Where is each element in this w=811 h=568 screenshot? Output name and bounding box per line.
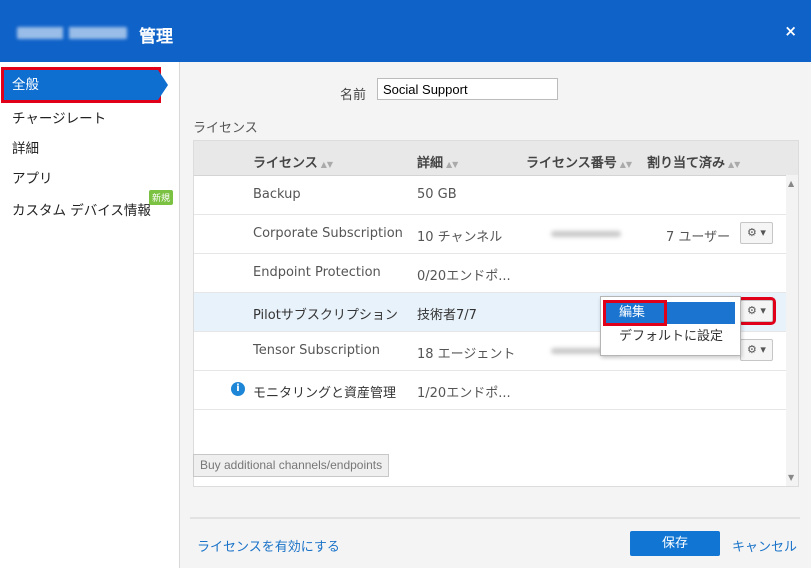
- column-license-number[interactable]: ライセンス番号 ▲▼: [526, 152, 632, 171]
- license-section-title: ライセンス: [193, 121, 258, 136]
- name-input[interactable]: [377, 78, 558, 100]
- blurred-title-prefix: [17, 27, 127, 39]
- sidebar-item-charge-rate[interactable]: チャージレート: [12, 107, 106, 127]
- column-detail[interactable]: 詳細 ▲▼: [417, 152, 458, 171]
- title-bar: 管理 ×: [0, 0, 811, 62]
- context-menu: 編集 デフォルトに設定: [600, 296, 741, 356]
- license-detail: 0/20エンドポ...: [417, 269, 511, 284]
- new-badge: 新規: [149, 190, 174, 205]
- redacted-license-number: [551, 231, 621, 237]
- table-row[interactable]: i モニタリングと資産管理 1/20エンドポ...: [194, 371, 786, 410]
- name-label: 名前: [340, 88, 367, 103]
- column-license[interactable]: ライセンス ▲▼: [253, 152, 333, 171]
- license-name: Pilotサブスクリプション: [253, 308, 398, 323]
- sort-icon: ▲▼: [728, 160, 741, 169]
- menu-item-edit[interactable]: 編集: [604, 302, 735, 324]
- buy-additional-button[interactable]: Buy additional channels/endpoints: [193, 454, 390, 477]
- table-row[interactable]: Corporate Subscription 10 チャンネル 7 ユーザー ⚙…: [194, 215, 786, 254]
- column-detail-label: 詳細: [417, 156, 444, 171]
- license-detail: 技術者7/7: [417, 308, 477, 323]
- sort-icon: ▲▼: [446, 160, 459, 169]
- column-license-label: ライセンス: [253, 156, 318, 171]
- gear-menu-button[interactable]: ⚙ ▾: [737, 297, 776, 325]
- sidebar-item-apps[interactable]: アプリ: [12, 167, 53, 187]
- sidebar-item-general[interactable]: 全般: [1, 67, 168, 103]
- activate-license-link[interactable]: ライセンスを有効にする: [197, 536, 340, 555]
- table-row[interactable]: Backup 50 GB: [194, 176, 786, 215]
- license-detail: 50 GB: [417, 187, 457, 202]
- sidebar-item-custom-device-info[interactable]: カスタム デバイス情報: [12, 199, 151, 219]
- menu-item-set-default[interactable]: デフォルトに設定: [604, 326, 735, 348]
- window-title: 管理: [139, 27, 173, 47]
- table-row[interactable]: Endpoint Protection 0/20エンドポ...: [194, 254, 786, 293]
- sidebar-item-details[interactable]: 詳細: [12, 137, 39, 157]
- license-name: Corporate Subscription: [253, 226, 403, 241]
- sort-icon: ▲▼: [619, 160, 633, 169]
- license-detail: 1/20エンドポ...: [417, 386, 511, 401]
- sidebar: 全般 チャージレート 詳細 アプリ カスタム デバイス情報 新規: [0, 62, 180, 568]
- column-license-number-label: ライセンス番号: [526, 156, 617, 171]
- scroll-down-icon[interactable]: ▼: [788, 473, 794, 482]
- table-scrollbar[interactable]: ▲ ▼: [786, 175, 798, 486]
- save-button[interactable]: 保存: [630, 531, 720, 556]
- license-name: Tensor Subscription: [253, 343, 380, 358]
- scroll-up-icon[interactable]: ▲: [788, 179, 794, 188]
- gear-menu-button[interactable]: ⚙ ▾: [740, 339, 773, 361]
- gear-menu-button[interactable]: ⚙ ▾: [740, 222, 773, 244]
- column-assigned-label: 割り当て済み: [647, 156, 726, 171]
- license-assigned: 7 ユーザー: [666, 230, 731, 245]
- footer-divider: [190, 517, 800, 519]
- license-name: Backup: [253, 187, 301, 202]
- license-name: Endpoint Protection: [253, 265, 381, 280]
- license-detail: 18 エージェント: [417, 347, 516, 362]
- table-header: ライセンス ▲▼ 詳細 ▲▼ ライセンス番号 ▲▼ 割り当て済み ▲▼: [194, 141, 798, 176]
- cancel-link[interactable]: キャンセル: [732, 536, 797, 555]
- column-assigned[interactable]: 割り当て済み ▲▼: [647, 152, 740, 171]
- close-button[interactable]: ×: [784, 22, 797, 40]
- info-icon[interactable]: i: [231, 382, 245, 396]
- sort-icon: ▲▼: [320, 160, 334, 169]
- license-detail: 10 チャンネル: [417, 230, 503, 245]
- license-name: モニタリングと資産管理: [253, 386, 397, 401]
